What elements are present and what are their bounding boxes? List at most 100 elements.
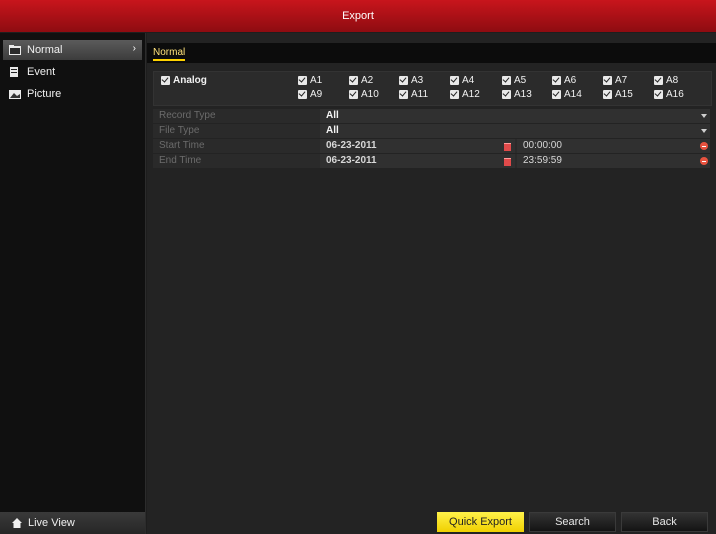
checkbox-icon: [603, 90, 612, 99]
checkbox-icon: [654, 90, 663, 99]
record-type-row: Record Type All: [153, 109, 710, 123]
live-view-label: Live View: [28, 517, 75, 529]
channel-checkbox-a3[interactable]: A3: [399, 75, 423, 86]
calendar-icon: [504, 158, 511, 166]
checkbox-icon: [502, 76, 511, 85]
checkbox-icon: [161, 76, 170, 85]
end-time-row: End Time 06-23-2011 23:59:59: [153, 154, 710, 168]
analog-checkbox[interactable]: Analog: [161, 75, 207, 86]
channel-checkbox-a7[interactable]: A7: [603, 75, 627, 86]
file-type-row: File Type All: [153, 124, 710, 138]
record-type-select[interactable]: All: [320, 109, 710, 123]
channel-label: A5: [514, 75, 527, 86]
channel-checkbox-a13[interactable]: A13: [502, 89, 532, 100]
channel-checkbox-a2[interactable]: A2: [349, 75, 373, 86]
end-date-field[interactable]: 06-23-2011: [320, 154, 515, 168]
title-bar: Export: [0, 0, 716, 32]
window-title: Export: [342, 10, 374, 22]
channel-checkbox-a10[interactable]: A10: [349, 89, 379, 100]
tab-normal[interactable]: Normal: [153, 47, 186, 61]
checkbox-icon: [552, 90, 561, 99]
channel-label: A15: [615, 89, 633, 100]
checkbox-icon: [603, 76, 612, 85]
checkbox-icon: [349, 90, 358, 99]
sidebar: Normal › Event Picture Live View: [0, 33, 146, 534]
channel-checkbox-a11[interactable]: A11: [399, 89, 428, 100]
channel-checkbox-a9[interactable]: A9: [298, 89, 322, 100]
channel-label: A1: [310, 75, 323, 86]
channel-label: A14: [564, 89, 582, 100]
channel-checkbox-a12[interactable]: A12: [450, 89, 480, 100]
checkbox-icon: [399, 76, 408, 85]
channel-label: A13: [514, 89, 532, 100]
checkbox-icon: [450, 76, 459, 85]
start-time-label: Start Time: [159, 140, 205, 151]
end-date-value: 06-23-2011: [326, 155, 377, 166]
start-time-field[interactable]: 00:00:00: [517, 139, 710, 153]
filter-rows: Record Type All File Type All Start Time…: [153, 109, 710, 169]
channel-label: A8: [666, 75, 679, 86]
checkbox-icon: [552, 76, 561, 85]
channel-label: A9: [310, 89, 323, 100]
search-button[interactable]: Search: [529, 512, 616, 532]
live-view-button[interactable]: Live View: [0, 512, 145, 534]
checkbox-icon: [399, 90, 408, 99]
channel-selection: Analog A1 A2 A3 A4 A5 A6 A7 A8 A9 A10 A1…: [153, 71, 712, 106]
calendar-icon: [504, 143, 511, 151]
quick-export-label: Quick Export: [449, 516, 512, 528]
event-icon: [9, 67, 21, 77]
quick-export-button[interactable]: Quick Export: [437, 512, 524, 532]
sidebar-item-picture[interactable]: Picture: [0, 84, 145, 104]
sidebar-item-label: Event: [27, 66, 56, 78]
clock-icon: [700, 157, 708, 165]
channel-label: A12: [462, 89, 480, 100]
sidebar-item-label: Normal: [27, 44, 63, 56]
channel-checkbox-a8[interactable]: A8: [654, 75, 678, 86]
channel-checkbox-a16[interactable]: A16: [654, 89, 684, 100]
end-time-value: 23:59:59: [523, 155, 562, 166]
start-date-field[interactable]: 06-23-2011: [320, 139, 515, 153]
back-button[interactable]: Back: [621, 512, 708, 532]
channel-checkbox-a14[interactable]: A14: [552, 89, 582, 100]
sidebar-item-normal[interactable]: Normal ›: [3, 40, 142, 60]
channel-checkbox-a1[interactable]: A1: [298, 75, 322, 86]
home-icon: [12, 518, 22, 528]
start-date-value: 06-23-2011: [326, 140, 377, 151]
sidebar-item-event[interactable]: Event: [0, 62, 145, 82]
main-panel: Normal Analog A1 A2 A3 A4 A5 A6 A7 A8 A9…: [147, 33, 716, 534]
clock-icon: [700, 142, 708, 150]
channel-label: A6: [564, 75, 577, 86]
checkbox-icon: [450, 90, 459, 99]
channel-label: A10: [361, 89, 379, 100]
checkbox-icon: [502, 90, 511, 99]
end-time-field[interactable]: 23:59:59: [517, 154, 710, 168]
record-type-value: All: [326, 110, 339, 121]
sidebar-item-label: Picture: [27, 88, 62, 100]
back-label: Back: [652, 516, 677, 528]
channel-label: A11: [411, 89, 429, 100]
record-type-label: Record Type: [159, 110, 216, 121]
channel-label: A2: [361, 75, 374, 86]
checkbox-icon: [298, 90, 307, 99]
channel-checkbox-a5[interactable]: A5: [502, 75, 526, 86]
dropdown-arrow-icon: [701, 114, 707, 118]
search-label: Search: [555, 516, 590, 528]
channel-checkbox-a15[interactable]: A15: [603, 89, 633, 100]
folder-icon: [9, 45, 21, 55]
channel-checkbox-a4[interactable]: A4: [450, 75, 474, 86]
file-type-select[interactable]: All: [320, 124, 710, 138]
channel-label: A4: [462, 75, 475, 86]
tab-bar: Normal: [147, 43, 716, 63]
file-type-label: File Type: [159, 125, 200, 136]
checkbox-icon: [298, 76, 307, 85]
channel-label: A7: [615, 75, 628, 86]
channel-checkbox-a6[interactable]: A6: [552, 75, 576, 86]
channel-label: A3: [411, 75, 424, 86]
picture-icon: [9, 89, 21, 99]
checkbox-icon: [654, 76, 663, 85]
checkbox-icon: [349, 76, 358, 85]
end-time-label: End Time: [159, 155, 202, 166]
start-time-row: Start Time 06-23-2011 00:00:00: [153, 139, 710, 153]
dropdown-arrow-icon: [701, 129, 707, 133]
chevron-right-icon: ›: [132, 43, 136, 54]
